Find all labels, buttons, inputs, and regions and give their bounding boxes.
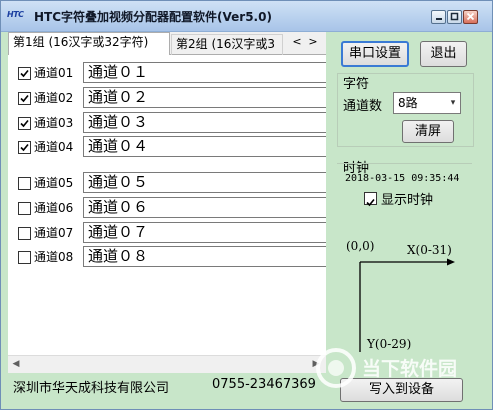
maximize-button[interactable]: [447, 10, 462, 24]
channel-checkbox[interactable]: [18, 202, 31, 215]
channel-row: 通道06 通道０６: [8, 197, 326, 219]
serial-settings-button[interactable]: 串口设置: [341, 41, 409, 67]
channel-checkbox[interactable]: [18, 227, 31, 240]
checkmark-icon: [20, 69, 29, 78]
channel-checkbox[interactable]: [18, 92, 31, 105]
channel-row: 通道04 通道０４: [8, 136, 326, 158]
channel-count-value: 8路: [398, 96, 418, 110]
close-button[interactable]: [463, 10, 478, 24]
tab-scroll-left-icon[interactable]: <: [290, 34, 304, 50]
channel-text-input[interactable]: 通道０６: [83, 197, 326, 218]
channel-label[interactable]: 通道07: [34, 224, 73, 242]
origin-label: (0,0): [346, 239, 374, 253]
minimize-icon: [436, 18, 442, 20]
channel-label[interactable]: 通道08: [34, 248, 73, 266]
channel-row: 通道07 通道０７: [8, 222, 326, 244]
channel-panel: 第1组 (16汉字或32字符) 第2组 (16汉字或3 < > 通道01 通道０１…: [8, 32, 326, 373]
checkmark-icon: [20, 94, 29, 103]
x-axis-label: X(0-31): [407, 243, 452, 257]
show-clock-checkbox[interactable]: [364, 192, 377, 207]
show-clock-label[interactable]: 显示时钟: [381, 189, 433, 208]
channel-checkbox[interactable]: [18, 251, 31, 264]
minimize-button[interactable]: [431, 10, 446, 24]
checkmark-icon: [20, 143, 29, 152]
channel-text-input[interactable]: 通道０１: [83, 62, 326, 83]
app-logo: HTC: [7, 10, 24, 19]
channel-count-label: 通道数: [343, 99, 383, 114]
channel-text-input[interactable]: 通道０２: [83, 87, 326, 108]
channel-row: 通道08 通道０８: [8, 246, 326, 268]
horizontal-scrollbar[interactable]: ◀ ▶: [8, 355, 326, 373]
scroll-left-arrow-icon[interactable]: ◀: [10, 358, 22, 370]
maximize-icon: [450, 12, 459, 21]
write-to-device-button[interactable]: 写入到设备: [340, 378, 463, 402]
channel-label[interactable]: 通道05: [34, 174, 73, 192]
char-group-label: 字符: [343, 77, 370, 92]
channel-checkbox[interactable]: [18, 141, 31, 154]
title-bar: HTC HTC字符叠加视频分配器配置软件(Ver5.0): [1, 1, 492, 32]
channel-row: 通道03 通道０３: [8, 112, 326, 134]
window-title: HTC字符叠加视频分配器配置软件(Ver5.0): [34, 10, 272, 24]
channel-text-input[interactable]: 通道０３: [83, 112, 326, 133]
tab-group-1[interactable]: 第1组 (16汉字或32字符): [8, 32, 170, 55]
checkmark-icon: [366, 198, 375, 207]
exit-button[interactable]: 退出: [420, 41, 467, 67]
channel-checkbox[interactable]: [18, 117, 31, 130]
channel-label[interactable]: 通道06: [34, 199, 73, 217]
channel-text-input[interactable]: 通道０７: [83, 222, 326, 243]
y-axis-label: Y(0-29): [366, 337, 411, 351]
checkmark-icon: [20, 119, 29, 128]
clock-value: 2018-03-15 09:35:44: [345, 173, 460, 184]
tab-group-2[interactable]: 第2组 (16汉字或3: [171, 34, 283, 55]
chevron-down-icon[interactable]: ▾: [447, 94, 459, 112]
channel-row: 通道02 通道０２: [8, 87, 326, 109]
company-name: 深圳市华天成科技有限公司: [13, 381, 170, 396]
channel-text-input[interactable]: 通道０５: [83, 172, 326, 193]
channel-label[interactable]: 通道01: [34, 64, 73, 82]
scroll-right-arrow-icon[interactable]: ▶: [310, 358, 322, 370]
channel-count-select[interactable]: 8路 ▾: [393, 92, 461, 114]
channel-label[interactable]: 通道03: [34, 114, 73, 132]
channel-row: 通道01 通道０１: [8, 62, 326, 84]
clear-screen-button[interactable]: 清屏: [402, 120, 454, 143]
x-axis-arrow-icon: [447, 258, 455, 266]
coordinate-diagram: (0,0) X(0-31) Y(0-29): [346, 239, 455, 352]
channel-checkbox[interactable]: [18, 67, 31, 80]
tab-scroll-right-icon[interactable]: >: [306, 34, 320, 50]
tab-strip: 第1组 (16汉字或32字符) 第2组 (16汉字或3 < >: [8, 32, 326, 55]
channel-row: 通道05 通道０５: [8, 172, 326, 194]
phone-number: 0755-23467369: [212, 377, 316, 392]
close-icon: [466, 12, 475, 21]
channel-text-input[interactable]: 通道０８: [83, 246, 326, 267]
channel-label[interactable]: 通道02: [34, 89, 73, 107]
channel-text-input[interactable]: 通道０４: [83, 136, 326, 157]
channel-label[interactable]: 通道04: [34, 138, 73, 156]
channel-checkbox[interactable]: [18, 177, 31, 190]
